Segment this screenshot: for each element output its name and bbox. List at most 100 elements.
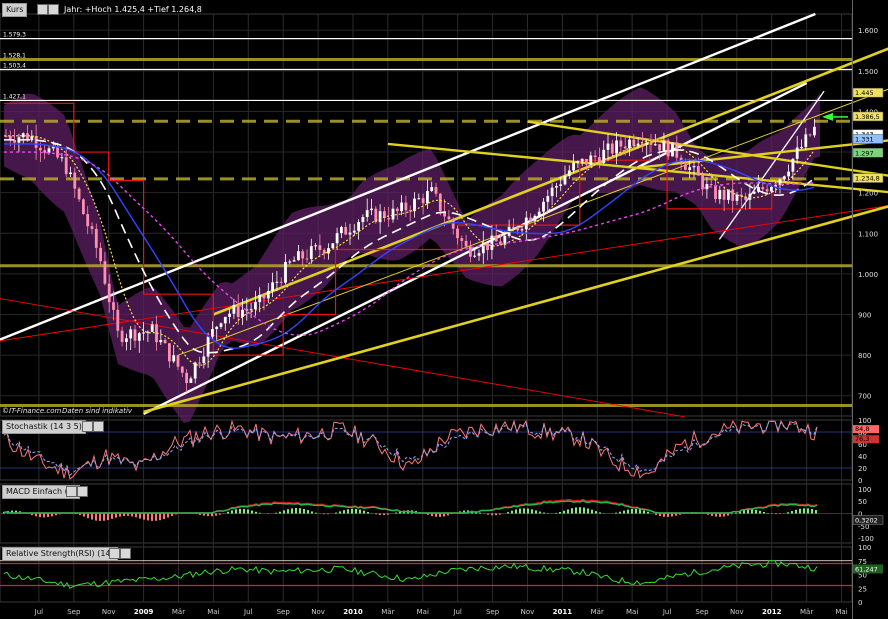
year-high-low-text: Jahr: +Hoch 1.425,4 +Tief 1.264,8 bbox=[64, 5, 202, 14]
candle-body bbox=[576, 161, 580, 163]
macd-histogram-bar bbox=[555, 512, 557, 514]
candle-body bbox=[391, 208, 395, 220]
macd-histogram-bar bbox=[511, 510, 513, 514]
candle-body bbox=[395, 208, 399, 212]
macd-histogram-bar bbox=[99, 513, 101, 521]
candle-body bbox=[348, 232, 352, 235]
candle-body bbox=[641, 143, 644, 145]
y-tick-label: 700 bbox=[858, 393, 871, 401]
candle-body bbox=[99, 247, 102, 262]
stoch-value-text: 84,8 bbox=[855, 425, 869, 433]
candle-body bbox=[60, 157, 64, 159]
x-tick-label: Mär bbox=[591, 608, 604, 616]
candle-body bbox=[688, 167, 692, 170]
x-tick-label: 2011 bbox=[553, 608, 573, 616]
rsi-menu-button[interactable] bbox=[109, 548, 120, 559]
macd-histogram-bar bbox=[343, 510, 345, 514]
x-tick-label: Mär bbox=[381, 608, 394, 616]
candle-body bbox=[51, 146, 55, 149]
candle-body bbox=[223, 316, 227, 324]
macd-y-tick: -100 bbox=[858, 535, 874, 543]
macd-histogram-bar bbox=[667, 513, 669, 517]
y-tick-label: 1.000 bbox=[858, 271, 878, 279]
candle-body bbox=[258, 294, 262, 303]
candle-body bbox=[610, 143, 614, 154]
x-tick-label: Jul bbox=[662, 608, 672, 616]
candle-body bbox=[400, 202, 403, 212]
macd-histogram-bar bbox=[515, 509, 517, 514]
macd-histogram-bar bbox=[375, 513, 377, 515]
candle-body bbox=[430, 187, 434, 191]
candle-body bbox=[103, 261, 107, 284]
candle-body bbox=[585, 158, 588, 165]
macd-histogram-bar bbox=[91, 513, 93, 520]
x-tick-label: Mai bbox=[835, 608, 847, 616]
candle-body bbox=[813, 126, 816, 136]
candle-body bbox=[546, 196, 550, 202]
candle-body bbox=[563, 176, 567, 185]
macd-histogram-bar bbox=[631, 509, 633, 514]
candle-body bbox=[623, 146, 627, 149]
stoch-minimize-button[interactable] bbox=[93, 421, 104, 432]
candle-body bbox=[761, 187, 765, 190]
candle-body bbox=[284, 261, 287, 283]
macd-histogram-bar bbox=[35, 513, 37, 517]
macd-histogram-bar bbox=[143, 513, 145, 520]
macd-histogram-bar bbox=[659, 513, 661, 517]
candle-body bbox=[598, 157, 601, 163]
macd-histogram-bar bbox=[711, 513, 713, 516]
candle-body bbox=[56, 146, 59, 158]
candle-body bbox=[254, 302, 257, 310]
pane-menu-button[interactable] bbox=[37, 4, 48, 15]
macd-histogram-bar bbox=[807, 508, 809, 514]
macd-value-text: 0,3202 bbox=[855, 517, 878, 525]
candle-body bbox=[331, 243, 335, 249]
macd-histogram-bar bbox=[747, 509, 749, 514]
level-label: 1.528,1 bbox=[3, 52, 26, 59]
main-pane-title[interactable]: Kurs bbox=[2, 3, 28, 17]
candle-body bbox=[318, 245, 322, 251]
candle-body bbox=[658, 144, 661, 151]
macd-histogram-bar bbox=[39, 513, 41, 518]
data-source-credit: ©IT-Finance.com bbox=[2, 407, 62, 415]
macd-histogram-bar bbox=[119, 513, 121, 517]
candle-body bbox=[17, 137, 21, 143]
macd-histogram-bar bbox=[591, 509, 593, 514]
candle-body bbox=[714, 185, 717, 200]
stoch-menu-button[interactable] bbox=[82, 421, 93, 432]
candle-body bbox=[352, 230, 356, 233]
rsi-pane-title[interactable]: Relative Strength(RSI) (14) bbox=[2, 547, 118, 561]
macd-histogram-bar bbox=[623, 510, 625, 514]
candle-body bbox=[193, 362, 197, 379]
candle-body bbox=[460, 238, 464, 241]
candle-body bbox=[309, 246, 313, 260]
macd-histogram-bar bbox=[811, 509, 813, 514]
macd-histogram-bar bbox=[643, 510, 645, 514]
candle-body bbox=[365, 210, 369, 218]
x-tick-label: Mär bbox=[172, 608, 185, 616]
stoch-y-tick: 40 bbox=[858, 453, 867, 461]
macd-menu-button[interactable] bbox=[66, 486, 77, 497]
candle-body bbox=[666, 140, 670, 157]
candle-body bbox=[206, 336, 210, 357]
pane-minimize-button[interactable] bbox=[48, 4, 59, 15]
macd-minimize-button[interactable] bbox=[77, 486, 88, 497]
candle-body bbox=[722, 189, 726, 200]
rsi-minimize-button[interactable] bbox=[120, 548, 131, 559]
macd-histogram-bar bbox=[243, 508, 245, 514]
macd-histogram-bar bbox=[87, 513, 89, 519]
candle-body bbox=[90, 226, 94, 229]
x-tick-label: Nov bbox=[311, 608, 325, 616]
macd-histogram-bar bbox=[571, 508, 573, 514]
macd-histogram-bar bbox=[231, 510, 233, 514]
macd-histogram-bar bbox=[779, 513, 781, 515]
y-tick-label: 1.600 bbox=[858, 27, 878, 35]
candle-body bbox=[172, 355, 176, 362]
candle-body bbox=[533, 215, 537, 221]
macd-histogram-bar bbox=[559, 511, 561, 514]
macd-histogram-bar bbox=[219, 513, 221, 515]
macd-histogram-bar bbox=[799, 508, 801, 514]
macd-histogram-bar bbox=[311, 511, 313, 514]
stoch-pane-title[interactable]: Stochastik (14 3 5) bbox=[2, 420, 86, 434]
x-tick-label: Nov bbox=[102, 608, 116, 616]
